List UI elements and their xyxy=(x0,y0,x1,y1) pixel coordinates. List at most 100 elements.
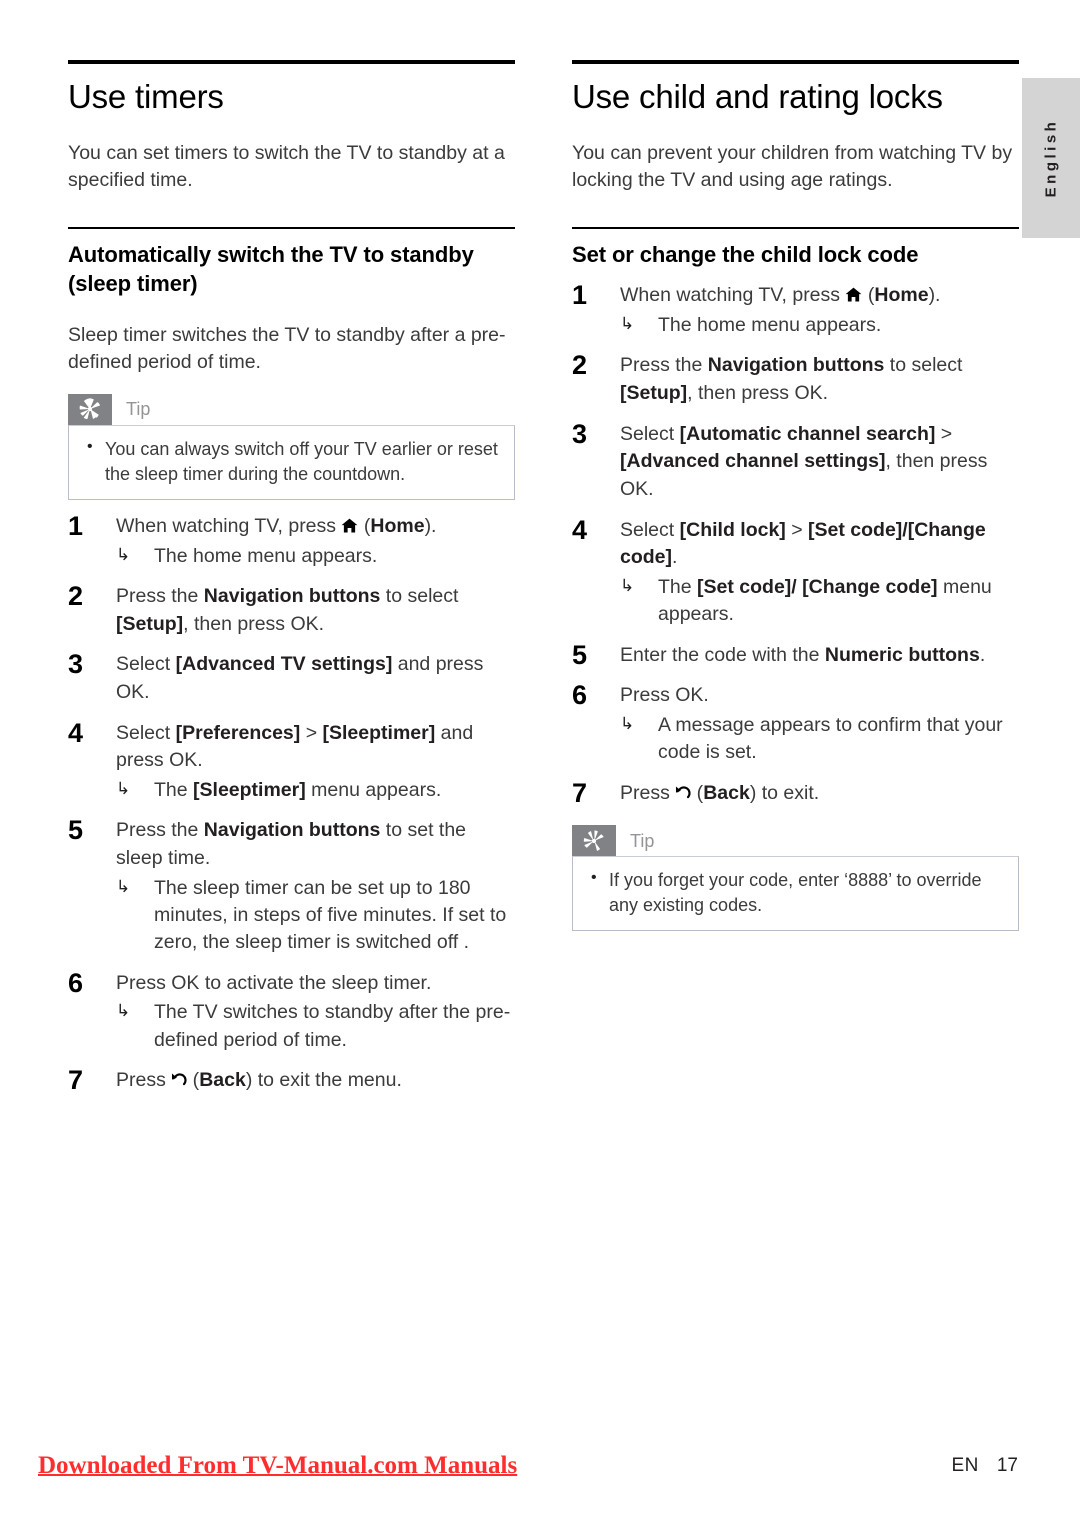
left-column: Use timers You can set timers to switch … xyxy=(68,60,515,1107)
tip-box-left: Tip You can always switch off your TV ea… xyxy=(68,393,515,500)
step-number: 2 xyxy=(68,580,84,611)
step-emphasis: Home xyxy=(874,284,929,307)
step-result: ↳ The [Set code]/ [Change code] menu appe… xyxy=(620,576,992,626)
step-item: 7 Press (Back) to exit the menu. xyxy=(68,1064,515,1095)
step-emphasis: [Set code]/[Change code] xyxy=(620,518,986,569)
result-arrow-icon: ↳ xyxy=(620,576,635,596)
step-item: 6 Press OK to activate the sleep timer. ↳ T… xyxy=(68,967,515,1054)
step-emphasis: [Setup] xyxy=(116,612,184,635)
step-text: Press the Navigation buttons to select [… xyxy=(116,584,459,635)
step-item: 4 Select [Preferences] > [Sleeptimer] and… xyxy=(68,718,515,805)
chapter-title-right: Use child and rating locks xyxy=(572,78,943,115)
step-result: ↳ The home menu appears. xyxy=(620,314,882,337)
step-number: 4 xyxy=(572,514,588,545)
step-emphasis: [Advanced TV settings] xyxy=(175,653,393,676)
step-text: When watching TV, press (Home). xyxy=(620,284,941,307)
tip-body: You can always switch off your TV earlie… xyxy=(68,424,515,500)
step-emphasis: [Child lock] xyxy=(679,518,786,541)
footer-page-number: 17 xyxy=(996,1455,1018,1476)
step-emphasis: Back xyxy=(199,1068,246,1091)
tip-list-item: If you forget your code, enter ‘8888’ to… xyxy=(587,867,1004,918)
step-result: ↳ The [Sleeptimer] menu appears. xyxy=(116,778,442,801)
chapter-title-left: Use timers xyxy=(68,78,224,115)
step-number: 3 xyxy=(572,418,588,449)
section-rule-right xyxy=(572,227,1019,230)
step-number: 3 xyxy=(68,649,84,680)
step-text: Press OK to activate the sleep timer. xyxy=(116,971,432,994)
tip-label: Tip xyxy=(126,399,151,420)
step-item: 7 Press (Back) to exit. xyxy=(572,777,1019,808)
step-item: 2 Press the Navigation buttons to select … xyxy=(572,350,1019,407)
step-text: Select [Preferences] > [Sleeptimer] and … xyxy=(116,721,474,772)
result-arrow-icon: ↳ xyxy=(116,876,131,896)
chapter-intro-right: You can prevent your children from watch… xyxy=(572,141,1013,191)
step-emphasis: [Automatic channel search] xyxy=(679,422,936,445)
step-text: Press OK. xyxy=(620,684,709,707)
right-column: Use child and rating locks You can preve… xyxy=(572,60,1019,932)
section-title-left: Automatically switch the TV to standby (… xyxy=(68,242,474,297)
step-text: Press (Back) to exit. xyxy=(620,781,820,804)
tip-header: Tip xyxy=(572,825,1019,857)
tip-list-item: You can always switch off your TV earlie… xyxy=(83,436,500,487)
result-emphasis: [Set code]/ [Change code] xyxy=(697,576,938,599)
footer-language-code: EN xyxy=(951,1455,979,1476)
step-emphasis: [Sleeptimer] xyxy=(322,721,436,744)
language-tab-label: English xyxy=(1042,118,1060,198)
result-arrow-icon: ↳ xyxy=(116,1001,131,1021)
section-rule-left xyxy=(68,227,515,230)
manual-page: English Use timers You can set timers to… xyxy=(0,0,1080,1527)
step-text: Enter the code with the Numeric buttons. xyxy=(620,643,986,666)
page-footer: EN 17 xyxy=(951,1455,1018,1477)
step-number: 5 xyxy=(68,815,84,846)
home-icon xyxy=(845,287,862,302)
step-number: 6 xyxy=(68,967,84,998)
language-tab: English xyxy=(1022,78,1080,238)
section-title-right: Set or change the child lock code xyxy=(572,242,919,268)
step-text: Select [Automatic channel search] > [Adv… xyxy=(620,422,988,501)
download-watermark: Downloaded From TV-Manual.com Manuals xyxy=(38,1452,518,1479)
step-text: Press the Navigation buttons to set the … xyxy=(116,819,467,869)
step-number: 1 xyxy=(68,510,84,541)
back-icon xyxy=(675,784,691,801)
tip-list: You can always switch off your TV earlie… xyxy=(83,436,500,487)
step-result: ↳ The TV switches to standby after the pr… xyxy=(116,1001,511,1051)
section-intro-left: Sleep timer switches the TV to standby a… xyxy=(68,324,506,374)
result-arrow-icon: ↳ xyxy=(620,714,635,734)
step-text: Press (Back) to exit the menu. xyxy=(116,1068,402,1091)
chapter-rule-right xyxy=(572,60,1019,64)
asterisk-icon xyxy=(68,393,112,425)
result-arrow-icon: ↳ xyxy=(116,544,131,564)
step-item: 4 Select [Child lock] > [Set code]/[Chang… xyxy=(572,514,1019,629)
step-number: 7 xyxy=(68,1064,84,1095)
step-item: 6 Press OK. ↳ A message appears to confirm … xyxy=(572,680,1019,766)
step-number: 1 xyxy=(572,280,588,311)
step-emphasis: Back xyxy=(703,781,750,804)
asterisk-icon xyxy=(572,825,616,857)
result-arrow-icon: ↳ xyxy=(116,778,131,798)
step-item: 5 Enter the code with the Numeric buttons… xyxy=(572,639,1019,670)
step-result: ↳ The home menu appears. xyxy=(116,544,378,567)
step-item: 3 Select [Automatic channel search] > [Ad… xyxy=(572,418,1019,504)
step-item: 5 Press the Navigation buttons to set the… xyxy=(68,815,515,956)
step-result: ↳ The sleep timer can be set up to 180 mi… xyxy=(116,876,507,954)
step-item: 1 When watching TV, press (Home). ↳ The hom… xyxy=(68,510,515,570)
step-number: 2 xyxy=(572,350,588,381)
result-emphasis: [Sleeptimer] xyxy=(193,778,306,801)
step-number: 7 xyxy=(572,777,588,808)
tip-label: Tip xyxy=(630,830,655,851)
step-emphasis: [Preferences] xyxy=(175,721,301,744)
step-number: 6 xyxy=(572,680,588,711)
step-item: 2 Press the Navigation buttons to select … xyxy=(68,580,515,638)
chapter-rule-left xyxy=(68,60,515,64)
step-text: Select [Advanced TV settings] and press … xyxy=(116,653,484,703)
step-text: Select [Child lock] > [Set code]/[Change… xyxy=(620,518,986,569)
steps-list-right: 1 When watching TV, press (Home). ↳ The hom… xyxy=(572,280,1019,808)
home-icon xyxy=(341,518,358,533)
steps-list-left: 1 When watching TV, press (Home). ↳ The hom… xyxy=(68,510,515,1095)
result-arrow-icon: ↳ xyxy=(620,314,635,334)
step-text: Press the Navigation buttons to select [… xyxy=(620,354,963,405)
step-result: ↳ A message appears to confirm that your … xyxy=(620,714,1003,764)
tip-header: Tip xyxy=(68,393,515,425)
step-number: 5 xyxy=(572,639,588,670)
back-icon xyxy=(171,1071,187,1088)
